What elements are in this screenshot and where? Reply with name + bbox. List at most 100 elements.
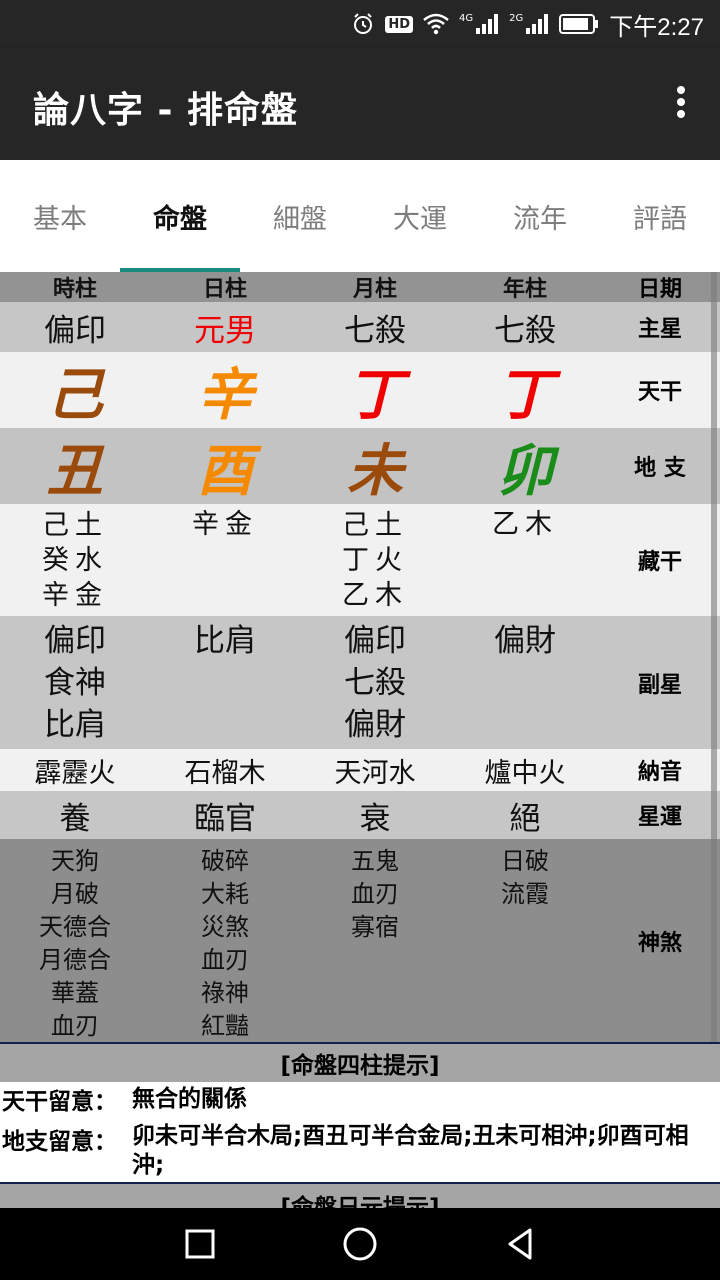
tab-comments[interactable]: 評語 — [600, 160, 720, 272]
bazi-chart-table: 時柱 日柱 月柱 年柱 日期 偏印 元男 七殺 七殺 主星 己 辛 丁 丁 天干… — [0, 272, 720, 1043]
shensha-list: 日破 流霞 — [501, 845, 549, 911]
list-item: 大耗 — [201, 880, 249, 908]
signal-icon-2 — [526, 14, 549, 34]
app-bar: 論八字 - 排命盤 — [0, 48, 720, 160]
signal-2g-label: 2G — [509, 12, 524, 24]
dizhi-cell: 酉 — [197, 437, 253, 504]
recent-apps-icon[interactable] — [182, 1226, 218, 1262]
canggan-label: 藏干 — [637, 550, 682, 575]
scrollbar[interactable] — [711, 272, 717, 1050]
list-item: 己土 — [342, 509, 408, 541]
main-star-cell: 七殺 — [494, 312, 556, 349]
fuxing-list: 偏財 — [494, 620, 556, 662]
list-item: 辛金 — [192, 509, 258, 540]
nayin-label: 納音 — [637, 760, 682, 785]
list-item: 流霞 — [501, 880, 549, 908]
list-item: 七殺 — [344, 664, 406, 701]
status-bar: HD 4G 2G 下午2:27 — [0, 0, 720, 48]
list-item: 破碎 — [201, 847, 249, 875]
shensha-list: 天狗 月破 天德合 月德合 華蓋 血刃 — [39, 845, 111, 1043]
main-star-row: 偏印 元男 七殺 七殺 主星 — [0, 302, 720, 352]
tab-bar: 基本 命盤 細盤 大運 流年 評語 — [0, 160, 720, 272]
canggan-cell: 己土 癸水 辛金 — [0, 504, 150, 616]
tiangan-cell: 丁 — [347, 361, 403, 428]
dizhi-cell: 未 — [347, 437, 403, 504]
dizhi-label: 地 支 — [634, 456, 686, 481]
tip-dizhi-value: 卯未可半合木局;酉丑可半合金局;丑未可相沖;卯酉可相沖; — [132, 1123, 689, 1178]
fuxing-list: 偏印 七殺 偏財 — [344, 620, 406, 746]
list-item: 血刃 — [51, 1012, 99, 1040]
dizhi-cell: 丑 — [47, 437, 103, 504]
home-icon[interactable] — [342, 1226, 378, 1262]
shensha-list: 五鬼 血刃 寡宿 — [351, 845, 399, 944]
tab-chart[interactable]: 命盤 — [120, 160, 240, 272]
xingyun-row: 養 臨官 衰 絕 星運 — [0, 791, 720, 839]
tab-basic[interactable]: 基本 — [0, 160, 120, 272]
list-item: 五鬼 — [351, 847, 399, 875]
list-item: 日破 — [501, 847, 549, 875]
list-item: 月破 — [51, 880, 99, 908]
list-item: 偏財 — [494, 623, 556, 659]
tip-tiangan-key: 天干留意： — [2, 1089, 117, 1115]
canggan-list: 辛金 — [192, 507, 258, 542]
dizhi-cell: 卯 — [497, 437, 553, 504]
fuxing-row: 偏印 食神 比肩 比肩 偏印 七殺 偏財 偏財 副星 — [0, 616, 720, 749]
shensha-cell: 天狗 月破 天德合 月德合 華蓋 血刃 — [0, 839, 150, 1043]
canggan-list: 己土 癸水 辛金 — [42, 508, 108, 613]
list-item: 祿神 — [201, 979, 249, 1007]
header-month-pillar: 月柱 — [352, 277, 397, 302]
tip-dizhi-key: 地支留意： — [2, 1129, 117, 1155]
list-item: 乙木 — [492, 509, 558, 540]
list-item: 災煞 — [201, 913, 249, 941]
list-item: 己土 — [42, 509, 108, 541]
shensha-list: 破碎大耗災煞血刃祿神紅豔 — [201, 845, 249, 1043]
xingyun-cell: 衰 — [359, 800, 391, 837]
list-item: 血刃 — [201, 946, 249, 974]
fuxing-label: 副星 — [637, 672, 682, 698]
app-title: 論八字 - 排命盤 — [33, 90, 299, 131]
fuxing-cell: 比肩 — [150, 616, 300, 749]
canggan-cell: 己土 丁火 乙木 — [300, 504, 450, 616]
tiangan-cell: 丁 — [497, 361, 553, 428]
fuxing-list: 比肩 — [194, 620, 256, 662]
overflow-menu-icon[interactable] — [676, 86, 686, 122]
header-date: 日期 — [637, 277, 682, 302]
nayin-cell: 石榴木 — [184, 757, 266, 789]
shensha-label: 神煞 — [637, 931, 682, 956]
tab-detail[interactable]: 細盤 — [240, 160, 360, 272]
main-star-cell: 偏印 — [44, 312, 106, 349]
nayin-cell: 爐中火 — [484, 757, 566, 789]
list-item: 比肩 — [44, 706, 106, 743]
main-star-cell: 七殺 — [344, 312, 406, 349]
nayin-cell: 霹靂火 — [34, 757, 116, 789]
fuxing-cell: 偏財 — [450, 616, 600, 749]
list-item: 華蓋 — [51, 979, 99, 1007]
list-item: 丁火 — [342, 544, 408, 576]
signal-4g-label: 4G — [459, 12, 474, 24]
tips-section-title: [命盤四柱提示] — [0, 1042, 720, 1082]
status-time: 下午2:27 — [609, 13, 704, 41]
battery-icon — [559, 14, 599, 34]
tiangan-cell: 己 — [47, 361, 103, 428]
list-item: 紅豔 — [201, 1012, 249, 1040]
list-item: 辛金 — [42, 579, 108, 611]
tab-dayun[interactable]: 大運 — [360, 160, 480, 272]
list-item: 比肩 — [194, 623, 256, 659]
list-item: 血刃 — [351, 880, 399, 908]
list-item: 天狗 — [51, 847, 99, 875]
canggan-cell: 乙木 — [450, 504, 600, 616]
list-item: 偏印 — [44, 622, 106, 659]
wifi-icon — [423, 13, 449, 35]
canggan-row: 己土 癸水 辛金 辛金 己土 丁火 乙木 乙木 藏干 — [0, 504, 720, 616]
shensha-cell: 日破 流霞 — [450, 839, 600, 1043]
header-row: 時柱 日柱 月柱 年柱 日期 — [0, 272, 720, 302]
list-item: 食神 — [44, 664, 106, 701]
canggan-list: 己土 丁火 乙木 — [342, 508, 408, 613]
back-icon[interactable] — [502, 1226, 538, 1262]
shensha-cell: 五鬼 血刃 寡宿 — [300, 839, 450, 1043]
list-item: 乙木 — [342, 579, 408, 611]
list-item: 偏印 — [344, 622, 406, 659]
canggan-cell: 辛金 — [150, 504, 300, 616]
tab-liunian[interactable]: 流年 — [480, 160, 600, 272]
xingyun-cell: 絕 — [509, 800, 541, 837]
